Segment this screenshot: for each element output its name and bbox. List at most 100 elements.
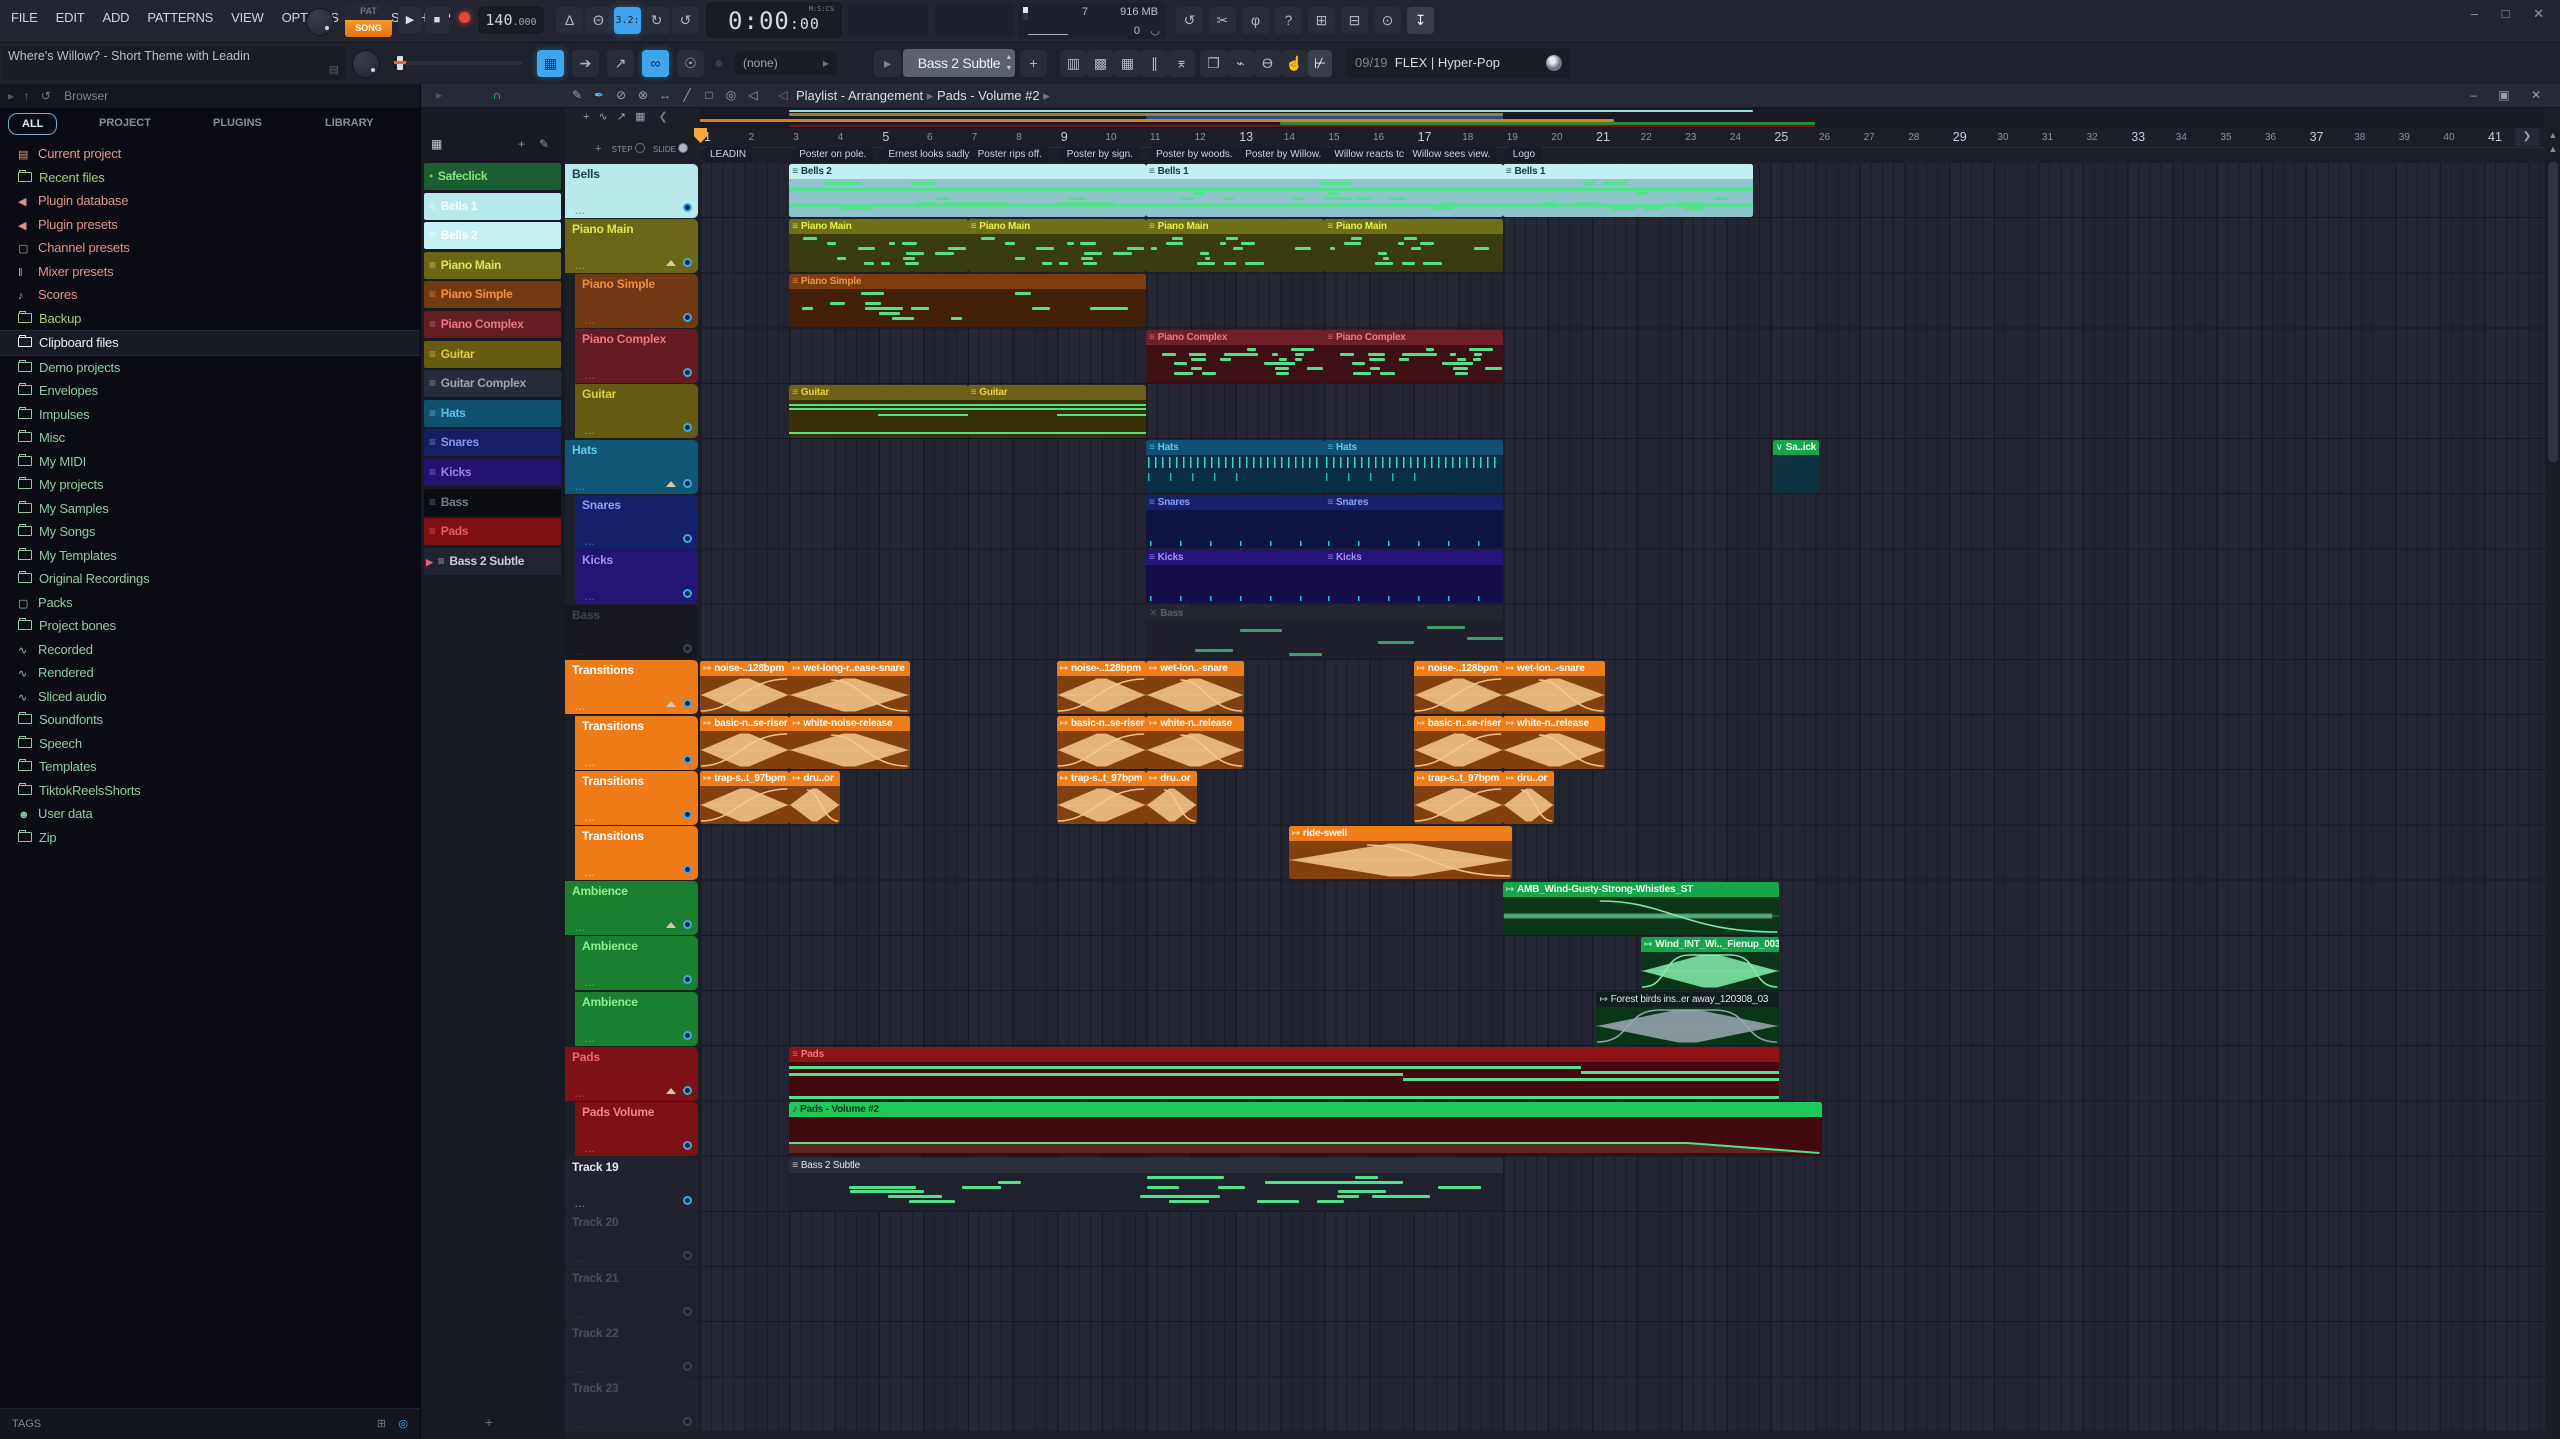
timeline-ruler[interactable]: 1234567891011121314151617181920212223242… (700, 128, 2545, 148)
track-header-snares[interactable]: Snares... (575, 495, 698, 549)
picker-add-bottom[interactable]: + (485, 1414, 493, 1430)
playlist-focus-icon[interactable]: ▦ (537, 50, 564, 77)
delete-tool-icon[interactable]: ⊘ (611, 84, 631, 107)
clip-piano-main[interactable]: ≡Piano Main (968, 219, 1146, 272)
track-header-piano-main[interactable]: Piano Main... (565, 219, 698, 273)
clip-basic-n-se-riser[interactable]: ↦basic-n..se-riser (1414, 716, 1503, 769)
track-mute-led[interactable] (683, 644, 692, 653)
track-header-ambience[interactable]: Ambience... (575, 936, 698, 990)
clip-amb-wind-gusty-strong-whistles-st[interactable]: ↦AMB_Wind-Gusty-Strong-Whistles_ST (1503, 882, 1780, 935)
zoom-tool-icon[interactable]: ◎ (721, 84, 741, 107)
pattern-item-snares[interactable]: ≡Snares (424, 429, 561, 456)
track-options[interactable]: ... (585, 1144, 596, 1154)
track-options[interactable]: ... (575, 923, 586, 933)
menu-patterns[interactable]: PATTERNS (138, 4, 222, 31)
browser-item-scores[interactable]: ♪Scores (0, 283, 420, 307)
track-mute-led[interactable] (683, 1251, 692, 1260)
track-mute-led[interactable] (683, 203, 692, 212)
clip-basic-n-se-riser[interactable]: ↦basic-n..se-riser (700, 716, 789, 769)
track-header-piano-simple[interactable]: Piano Simple... (575, 274, 698, 328)
track-mute-led[interactable] (683, 1031, 692, 1040)
clip-piano-complex[interactable]: ≡Piano Complex (1324, 330, 1502, 383)
clip-kicks[interactable]: ≡Kicks (1324, 550, 1502, 603)
clip-trap-s-t-97bpm[interactable]: ↦trap-s..t_97bpm (700, 771, 789, 824)
pattern-item-safeclick[interactable]: •Safeclick (424, 163, 561, 190)
tab-all[interactable]: ALL (8, 113, 57, 135)
link-icon[interactable]: ∞ (642, 50, 669, 77)
render-icon[interactable]: ⊟ (1341, 7, 1368, 34)
clip-trap-s-t-97bpm[interactable]: ↦trap-s..t_97bpm (1414, 771, 1503, 824)
slide-toggle[interactable] (678, 143, 688, 153)
clip-wet-lon-snare[interactable]: ↦wet-lon..-snare (1146, 661, 1244, 714)
track-header-hats[interactable]: Hats... (565, 440, 698, 494)
track-options[interactable]: ... (575, 482, 586, 492)
slice-tool-icon[interactable]: ╱ (677, 84, 697, 107)
track-header-track-23[interactable]: Track 23... (565, 1378, 698, 1432)
playlist-minimap[interactable] (700, 108, 2545, 128)
track-options[interactable]: ... (575, 1310, 586, 1320)
browser-item-tiktokreelsshorts[interactable]: TiktokReelsShorts (0, 779, 420, 803)
picker-add-icon[interactable]: + (518, 137, 525, 151)
track-options[interactable]: ... (585, 426, 596, 436)
track-options[interactable]: ... (585, 868, 596, 878)
clip-noise-128bpm[interactable]: ↦noise-..128bpm (1057, 661, 1146, 714)
clip-white-noise-release[interactable]: ↦white-noise-release (789, 716, 909, 769)
add-pattern-button[interactable]: + (1020, 50, 1047, 77)
menu-edit[interactable]: EDIT (47, 4, 94, 31)
track-mute-led[interactable] (683, 423, 692, 432)
mute-tool-icon[interactable]: ⊗ (633, 84, 653, 107)
track-header-pads-volume[interactable]: Pads Volume... (575, 1102, 698, 1156)
clip-ride-swell[interactable]: ↦ride-swell (1289, 826, 1512, 879)
marker-logo[interactable]: Logo (1503, 147, 1542, 162)
touch-icon[interactable]: ☝ (1281, 50, 1308, 77)
clip-piano-main[interactable]: ≡Piano Main (1324, 219, 1502, 272)
song-mode[interactable]: SONG (345, 20, 392, 37)
microphone-icon[interactable]: φ (1242, 7, 1269, 34)
pattern-selector[interactable]: Bass 2 Subtle ▲▼ (903, 49, 1015, 77)
vertical-scrollbar[interactable]: ▲▲ (2546, 128, 2560, 1439)
playback-tool-icon[interactable]: ◁ (743, 84, 763, 107)
scroll-right-icon[interactable]: ❯ (2515, 128, 2539, 146)
clip-wet-long-r-ease-snare[interactable]: ↦wet-long-r..ease-snare (789, 661, 909, 714)
browser-item-channel-presets[interactable]: ▢Channel presets (0, 236, 420, 260)
menu-add[interactable]: ADD (93, 4, 138, 31)
track-header-transitions[interactable]: Transitions... (575, 771, 698, 825)
piano-roll-icon[interactable]: ▩ (1087, 50, 1114, 77)
paint-tool-icon[interactable]: ✒ (589, 84, 609, 107)
track-mute-led[interactable] (683, 1417, 692, 1426)
browser-up-icon[interactable]: ↑ (23, 89, 29, 103)
track-options[interactable]: ... (585, 1034, 596, 1044)
track-options[interactable]: ... (585, 537, 596, 547)
menu-view[interactable]: VIEW (222, 4, 272, 31)
track-mute-led[interactable] (683, 865, 692, 874)
browser-item-clipboard-files[interactable]: Clipboard files (0, 330, 420, 356)
clip-trap-s-t-97bpm[interactable]: ↦trap-s..t_97bpm (1057, 771, 1146, 824)
overdub-icon[interactable]: ↺ (672, 7, 699, 34)
track-mute-led[interactable] (683, 1362, 692, 1371)
track-mute-led[interactable] (683, 1196, 692, 1205)
snap-dropdown[interactable]: (none)▸ (735, 51, 837, 75)
track-options[interactable]: ... (585, 813, 596, 823)
clip-bells-1[interactable]: ≡Bells 1 (1146, 164, 1503, 217)
browser-collapse-icon[interactable]: ▸ (8, 89, 14, 103)
browser-item-envelopes[interactable]: Envelopes (0, 379, 420, 403)
slice-tool-icon[interactable]: ✂ (1209, 7, 1236, 34)
playlist-breadcrumb[interactable]: Playlist - Arrangement ▸ Pads - Volume #… (796, 84, 1050, 107)
tempo-display[interactable]: 140.000 (478, 6, 544, 34)
tab-plugins[interactable]: PLUGINS (200, 113, 275, 133)
pattern-item-bass[interactable]: ≡Bass (424, 489, 561, 516)
track-options[interactable]: ... (585, 316, 596, 326)
step-edit-icon[interactable]: ➔ (572, 50, 599, 77)
track-options[interactable]: ... (575, 702, 586, 712)
browser-back-icon[interactable]: ↺ (41, 89, 51, 103)
typing-keyboard-icon[interactable]: ☉ (677, 50, 704, 77)
save-icon[interactable]: ⊞ (1308, 7, 1335, 34)
stop-button[interactable]: ■ (425, 7, 449, 33)
browser-item-original-recordings[interactable]: Original Recordings (0, 567, 420, 591)
clip-hats[interactable]: ≡Hats (1324, 440, 1502, 493)
clip-guitar[interactable]: ≡Guitar (968, 385, 1146, 438)
track-options[interactable]: ... (575, 1254, 586, 1264)
clip-piano-main[interactable]: ≡Piano Main (1146, 219, 1324, 272)
marker-ernest-looks-sadly-[interactable]: Ernest looks sadly. (878, 147, 978, 162)
browser-item-misc[interactable]: Misc (0, 426, 420, 450)
